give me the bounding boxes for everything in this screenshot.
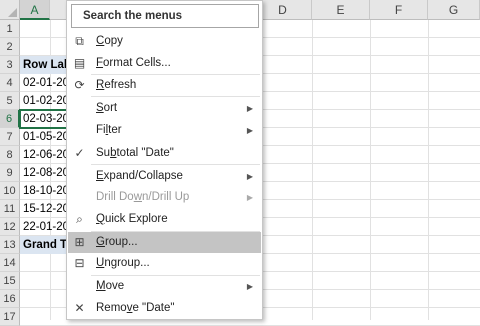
column-header-f[interactable]: F [370,0,428,20]
select-all-corner[interactable] [0,0,20,20]
menu-item-group[interactable]: ⊞ Group... [68,232,261,253]
label-text: ngroup... [104,257,150,269]
menu-item-expand-collapse[interactable]: Expand/Collapse ▶ [68,166,261,187]
label-text: ormat Cells... [103,57,171,69]
access-key: G [96,236,105,248]
label-text: ter [108,124,122,136]
access-key: F [96,57,104,69]
row-header-6[interactable]: 6 [0,110,20,128]
row-header-4[interactable]: 4 [0,74,20,92]
label-text: e "Date" [132,302,175,314]
row-header-7[interactable]: 7 [0,128,20,146]
row-header-12[interactable]: 12 [0,218,20,236]
column-header-e[interactable]: E [312,0,370,20]
context-menu: Search the menus ⧉ Copy ▤ Format Cells... ⟳ R… [66,0,263,320]
menu-item-format-cells[interactable]: ▤ Format Cells... [68,53,261,74]
row-header-8[interactable]: 8 [0,146,20,164]
row-header-3[interactable]: 3 [0,56,20,74]
label-text: Fi [96,124,106,136]
active-cell-border [19,109,69,129]
select-all-triangle-icon [8,8,17,17]
menu-item-label: Refresh [96,75,136,96]
menu-item-remove-date[interactable]: ✕ Remove "Date" [68,298,261,319]
menu-separator [91,164,260,165]
row-header-13[interactable]: 13 [0,236,20,254]
menu-separator [91,96,260,97]
column-header-a[interactable]: A [20,0,50,20]
access-key: Q [96,213,105,225]
submenu-arrow-icon: ▶ [246,282,253,291]
menu-item-label: Format Cells... [96,53,171,74]
row-header-1[interactable]: 1 [0,20,20,38]
menu-item-label: Expand/Collapse [96,166,183,187]
menu-item-label: Move [96,276,124,297]
menu-item-subtotal-date[interactable]: ✓ Subtotal "Date" [68,143,261,164]
menu-item-label: Quick Explore [96,209,168,230]
row-header-2[interactable]: 2 [0,38,20,56]
label-text: uick Explore [104,213,168,225]
menu-item-drill-down-drill-up: Drill Down/Drill Up ▶ [68,187,261,208]
menu-item-move[interactable]: Move ▶ [68,276,261,297]
menu-item-label: Filter [96,120,122,141]
row-header-9[interactable]: 9 [0,164,20,182]
checkmark-icon: ✓ [74,146,85,160]
submenu-arrow-icon: ▶ [246,172,253,181]
submenu-arrow-icon: ▶ [246,126,253,135]
menu-item-label: Remove "Date" [96,298,174,319]
label-text: Su [96,147,111,159]
remove-icon: ✕ [74,301,85,315]
label-text: ove [105,280,125,292]
label-text: Drill Do [96,191,134,203]
row-header-10[interactable]: 10 [0,182,20,200]
row-header-17[interactable]: 17 [0,308,20,326]
column-header-g[interactable]: G [428,0,480,20]
label-text: efresh [104,79,137,91]
row-header-11[interactable]: 11 [0,200,20,218]
menu-item-refresh[interactable]: ⟳ Refresh [68,75,261,96]
row-header-15[interactable]: 15 [0,272,20,290]
label-text: roup... [104,236,138,248]
quick-explore-icon: ⌕ [76,212,83,226]
label-text: ort [103,102,118,114]
menu-item-label: Copy [96,31,123,52]
access-key: M [96,280,106,292]
menu-item-copy[interactable]: ⧉ Copy [68,31,261,52]
submenu-arrow-icon: ▶ [246,193,253,202]
row-header-16[interactable]: 16 [0,290,20,308]
ungroup-icon: ⊟ [74,256,85,270]
label-text: xpand/Collapse [103,170,183,182]
menu-item-label: Sort [96,98,117,119]
submenu-arrow-icon: ▶ [246,104,253,113]
menu-item-ungroup[interactable]: ⊟ Ungroup... [68,253,261,274]
row-header-14[interactable]: 14 [0,254,20,272]
menu-item-label: Ungroup... [96,253,150,274]
menu-item-filter[interactable]: Filter ▶ [68,120,261,141]
copy-icon: ⧉ [75,34,84,48]
label-text: n/Drill Up [142,191,190,203]
menu-item-sort[interactable]: Sort ▶ [68,98,261,119]
row-header-5[interactable]: 5 [0,92,20,110]
menu-item-label: Subtotal "Date" [96,143,174,164]
menu-item-label: Group... [96,232,138,253]
label-text: total "Date" [116,147,174,159]
label-text: Remo [96,302,127,314]
group-icon: ⊞ [74,235,85,249]
search-menus-field[interactable]: Search the menus [71,4,259,28]
menu-item-label: Drill Down/Drill Up [96,187,189,208]
menu-item-quick-explore[interactable]: ⌕ Quick Explore [68,209,261,230]
format-cells-icon: ▤ [73,56,86,70]
label-text: opy [104,35,123,47]
refresh-icon: ⟳ [74,78,85,92]
access-key: S [96,102,104,114]
access-key: w [133,191,143,203]
access-key: E [96,170,104,182]
